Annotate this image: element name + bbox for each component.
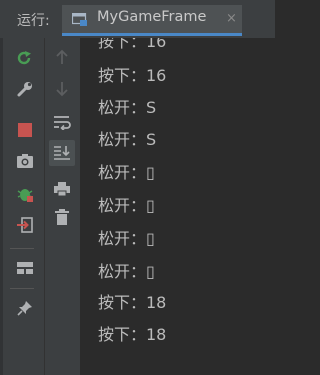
print-icon[interactable] [51, 178, 73, 200]
rerun-icon[interactable] [14, 47, 36, 69]
close-icon[interactable]: × [226, 11, 237, 26]
console-line: 按下：16 [98, 66, 167, 85]
console-line: 按下：18 [98, 325, 167, 344]
pin-icon[interactable] [14, 297, 36, 319]
console-line: 松开：▯ [98, 229, 155, 248]
console-line: 松开：▯ [98, 262, 155, 281]
console-line: 松开：S [98, 98, 157, 117]
toolbar-divider [10, 288, 34, 289]
soft-wrap-icon[interactable] [51, 111, 73, 133]
wrench-icon[interactable] [14, 78, 36, 100]
trash-icon[interactable] [51, 206, 73, 228]
arrow-up-icon[interactable] [51, 46, 73, 68]
exit-icon[interactable] [14, 214, 36, 236]
console-line: 松开：S [98, 130, 157, 149]
console-line: 按下：18 [98, 293, 167, 312]
arrow-down-icon[interactable] [51, 78, 73, 100]
tab-mygameframe[interactable]: MyGameFrame × [62, 5, 242, 36]
toolbar-divider [10, 248, 34, 249]
gutter-edge [0, 38, 3, 375]
tab-title: MyGameFrame [97, 9, 207, 25]
run-tool-window-header: 运行: MyGameFrame × [0, 0, 275, 38]
console-output[interactable]: 按下：16 按下：16 松开：S 松开：S 松开：▯ 松开：▯ 松开：▯ 松开：… [80, 38, 275, 375]
console-line: 按下：16 [98, 38, 167, 51]
debug-bug-icon[interactable] [14, 183, 36, 205]
run-label: 运行: [17, 13, 50, 29]
run-toolbar-left [0, 38, 44, 375]
console-line: 松开：▯ [98, 196, 155, 215]
console-line: 松开：▯ [98, 163, 155, 182]
run-config-icon [71, 12, 88, 26]
stop-icon[interactable] [14, 119, 36, 141]
camera-icon[interactable] [14, 150, 36, 172]
layout-icon[interactable] [14, 257, 36, 279]
scroll-to-end-icon[interactable] [49, 140, 75, 166]
run-toolbar-right [44, 38, 80, 375]
